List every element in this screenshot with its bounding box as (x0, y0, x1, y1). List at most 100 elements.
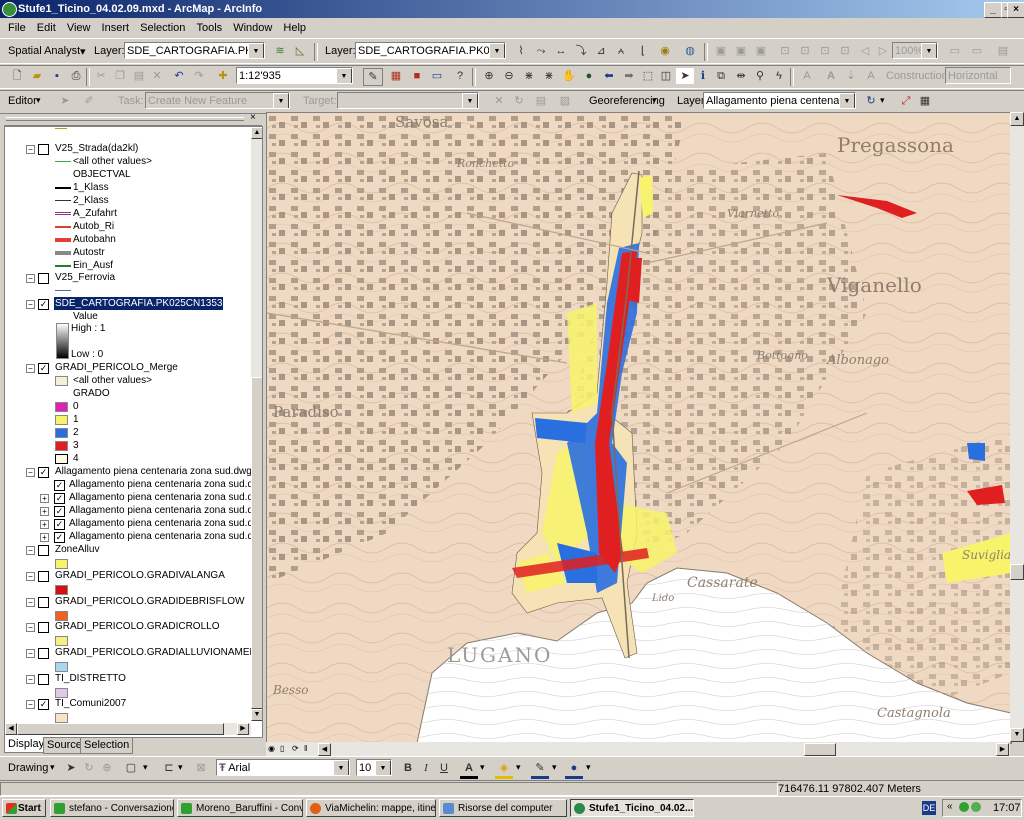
font-color-arrow[interactable]: ▾ (480, 762, 485, 773)
expand-icon[interactable]: + (40, 520, 49, 529)
underline-icon[interactable]: U (435, 760, 453, 776)
map-vertical-scrollbar[interactable]: ▲ ▼ (1010, 112, 1024, 742)
menu-window[interactable]: Window (229, 18, 276, 38)
link-table-icon[interactable]: ▦ (916, 93, 934, 109)
layer-select-2[interactable]: SDE_CARTOGRAFIA.PK025CN13▼ (355, 42, 506, 59)
line-color-arrow[interactable]: ▾ (552, 762, 557, 773)
font-select[interactable]: Ŧ Arial ▼ (216, 759, 350, 776)
toc-grip[interactable] (6, 117, 244, 121)
layer-checkbox[interactable] (38, 545, 49, 556)
font-color-icon[interactable]: A (460, 760, 478, 779)
histogram-icon[interactable]: ◺ (291, 43, 309, 59)
toc-vertical-scrollbar[interactable]: ▲ ▼ (251, 127, 262, 721)
toc-sublayer-name[interactable]: Allagamento piena centenaria zona sud.dw… (69, 504, 262, 517)
scroll-down-arrow-icon[interactable]: ▼ (251, 709, 262, 721)
sublayer-checkbox[interactable]: ✓ (54, 519, 65, 530)
expand-icon[interactable]: + (40, 494, 49, 503)
add-data-icon[interactable]: ✚ (214, 68, 232, 84)
menu-edit[interactable]: Edit (33, 18, 60, 38)
scroll-right-arrow-icon[interactable]: ▶ (996, 743, 1009, 756)
map-display[interactable]: Pregassona Viganello Albonago Cassarate … (266, 112, 1012, 744)
globe-3d-icon[interactable]: ◉ (656, 43, 674, 59)
layer-checkbox[interactable]: ✓ (38, 699, 49, 710)
toc-scroll-thumb[interactable] (251, 377, 262, 709)
taskbar-item-viamichelin[interactable]: ViaMichelin: mappe, itine... (306, 799, 436, 817)
toc-layer-name-selected[interactable]: SDE_CARTOGRAFIA.PK025CN1353 (54, 297, 224, 310)
select-arrow-icon[interactable]: ➤ (62, 760, 80, 776)
collapse-icon[interactable]: − (26, 572, 35, 581)
menu-insert[interactable]: Insert (98, 18, 134, 38)
forward-arrow-icon[interactable]: ➡ (620, 68, 638, 84)
toc-layer-name[interactable]: TI_DISTRETTO (55, 672, 126, 685)
taskbar-item-conversation-moreno[interactable]: Moreno_Baruffini - Conv... (177, 799, 303, 817)
profile-icon[interactable]: ⌇ (512, 43, 530, 59)
start-button[interactable]: Start (2, 799, 46, 817)
taskbar-item-my-computer[interactable]: Risorse del computer (439, 799, 567, 817)
layer-checkbox[interactable] (38, 144, 49, 155)
toc-group-name[interactable]: Allagamento piena centenaria zona sud.dw… (55, 465, 262, 478)
save-icon[interactable]: ▪ (48, 68, 66, 84)
contour-icon[interactable]: ≋ (271, 43, 289, 59)
identify-icon[interactable]: ℹ (694, 68, 712, 84)
collapse-icon[interactable]: − (26, 300, 35, 309)
line-tool-icon[interactable]: ↔ (552, 43, 570, 59)
zoom-in-icon[interactable]: ⊕ (480, 68, 498, 84)
spatial-analyst-layer-select[interactable]: SDE_CARTOGRAFIA.PK025CN1▼ (124, 42, 265, 59)
rotate-georef-icon[interactable]: ↻ (862, 93, 880, 109)
spatial-analyst-menu-arrow[interactable]: ▾ (80, 45, 86, 58)
layer-checkbox[interactable] (38, 597, 49, 608)
sublayer-checkbox[interactable]: ✓ (54, 532, 65, 543)
menu-file[interactable]: File (4, 18, 30, 38)
italic-icon[interactable]: I (417, 760, 435, 776)
marker-color-icon[interactable]: ● (565, 760, 583, 779)
expand-icon[interactable]: + (40, 507, 49, 516)
menu-help[interactable]: Help (279, 18, 310, 38)
toc-layer-name[interactable]: GRADI_PERICOLO.GRADICROLLO (55, 620, 219, 633)
tray-expand-icon[interactable]: « (947, 801, 953, 812)
rectangle-tool-icon[interactable]: ▢ (122, 760, 140, 776)
layer-checkbox[interactable] (38, 622, 49, 633)
menu-tools[interactable]: Tools (192, 18, 226, 38)
toc-layer-name[interactable]: GRADI_PERICOLO_Merge (55, 361, 178, 374)
scroll-up-arrow-icon[interactable]: ▲ (1010, 112, 1024, 126)
scroll-up-arrow-icon[interactable]: ▲ (251, 127, 262, 139)
marker-color-arrow[interactable]: ▾ (586, 762, 591, 773)
new-text-icon[interactable]: ⊏ (160, 760, 178, 776)
collapse-icon[interactable]: − (26, 649, 35, 658)
zoom-out-icon[interactable]: ⊖ (500, 68, 518, 84)
taskbar-item-conversation-stefano[interactable]: stefano - Conversazione (50, 799, 174, 817)
measure-icon[interactable]: ⇹ (732, 68, 750, 84)
messenger-tray-icon[interactable] (959, 802, 969, 812)
add-control-points-icon[interactable]: ⤢ (897, 93, 915, 109)
collapse-icon[interactable]: − (26, 274, 35, 283)
collapse-icon[interactable]: − (26, 700, 35, 709)
close-button[interactable]: × (1007, 2, 1024, 18)
map-vscroll-thumb[interactable] (1010, 564, 1024, 580)
fill-color-icon[interactable]: ◈ (495, 760, 513, 779)
command-line-icon[interactable]: ▭ (428, 68, 446, 84)
toc-layer-name[interactable]: GRADI_PERICOLO.GRADIALLUVIONAMENTO (55, 646, 262, 659)
arccatalog-icon[interactable]: ▦ (387, 68, 405, 84)
toc-layer-name[interactable]: TI_Comuni2007 (55, 697, 126, 710)
arcglobe-icon[interactable]: ◍ (681, 43, 699, 59)
fixed-zoom-in-icon[interactable]: ⋇ (520, 68, 538, 84)
spatial-analyst-menu[interactable]: Spatial Analyst (8, 45, 80, 57)
toc-sublayer-name[interactable]: Allagamento piena centenaria zona sud.dw… (69, 478, 262, 491)
collapse-icon[interactable]: − (26, 598, 35, 607)
taskbar-item-arcmap[interactable]: Stufe1_Ticino_04.02.... (570, 799, 694, 817)
minimize-button[interactable]: _ (984, 2, 1002, 18)
chart-icon[interactable]: ⌊ (634, 43, 652, 59)
select-elements-arrow-icon[interactable]: ➤ (676, 68, 694, 84)
full-extent-globe-icon[interactable]: ● (580, 68, 598, 84)
map-horizontal-scrollbar[interactable]: ◉ ▯ ⟳ ‖ ◀ ▶ (266, 742, 1010, 756)
map-hscroll-thumb[interactable] (804, 743, 836, 756)
toc-sublayer-name[interactable]: Allagamento piena centenaria zona sud.dw… (69, 517, 262, 530)
clear-selection-icon[interactable]: ◫ (657, 68, 675, 84)
layer-checkbox[interactable]: ✓ (38, 299, 49, 310)
layer-checkbox[interactable] (38, 674, 49, 685)
whats-this-icon[interactable]: ? (451, 68, 469, 84)
layout-view-icon[interactable]: ▯ (280, 744, 284, 753)
open-folder-icon[interactable]: ▰ (28, 68, 46, 84)
bold-icon[interactable]: B (399, 760, 417, 776)
toc-close-icon[interactable]: × (250, 112, 256, 123)
